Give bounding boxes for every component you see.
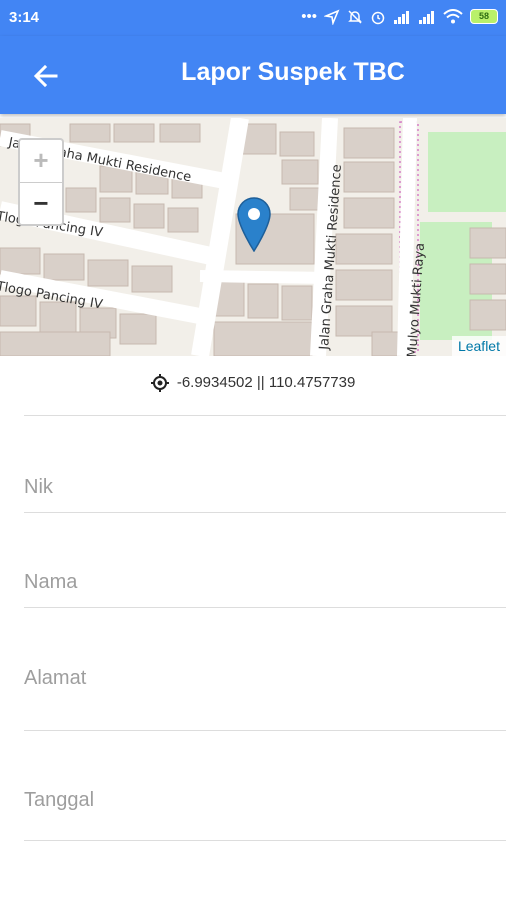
zoom-in-button[interactable]: +	[20, 140, 62, 183]
location-marker-icon[interactable]	[236, 196, 272, 252]
map-view[interactable]: Jalan Graha Mukti Residence Tlogo Pancin…	[0, 118, 506, 356]
status-bar: 3:14 ••• 58	[0, 0, 506, 36]
tanggal-field[interactable]: Tanggal	[24, 789, 506, 812]
map-attribution[interactable]: Leaflet	[451, 336, 506, 356]
my-location-icon	[150, 374, 169, 393]
signal-icon	[419, 10, 434, 24]
nik-field-underline	[24, 512, 506, 513]
wifi-icon	[443, 9, 463, 24]
nik-field[interactable]: Nik	[24, 476, 506, 499]
alamat-field[interactable]: Alamat	[24, 667, 506, 690]
app-bar: Lapor Suspek TBC	[0, 36, 506, 114]
location-arrow-icon	[324, 9, 340, 25]
alarm-icon	[371, 11, 385, 24]
status-time: 3:14	[9, 9, 40, 26]
page-title: Lapor Suspek TBC	[181, 58, 405, 86]
coordinates-text: -6.9934502 || 110.4757739	[176, 374, 356, 391]
zoom-control: + −	[18, 138, 64, 226]
signal-icon	[394, 10, 409, 24]
zoom-out-button[interactable]: −	[20, 183, 62, 225]
tanggal-field-underline	[24, 840, 506, 841]
park-area	[428, 132, 506, 212]
nama-field[interactable]: Nama	[24, 571, 506, 594]
coordinates-row: -6.9934502 || 110.4757739	[0, 374, 506, 393]
nama-field-underline	[24, 607, 506, 608]
alamat-field-underline	[24, 730, 506, 731]
battery-icon: 58	[470, 9, 498, 24]
mute-icon	[348, 9, 362, 24]
status-icons: ••• 58	[301, 8, 498, 25]
more-notifications-icon: •••	[301, 8, 317, 25]
divider	[24, 415, 506, 416]
